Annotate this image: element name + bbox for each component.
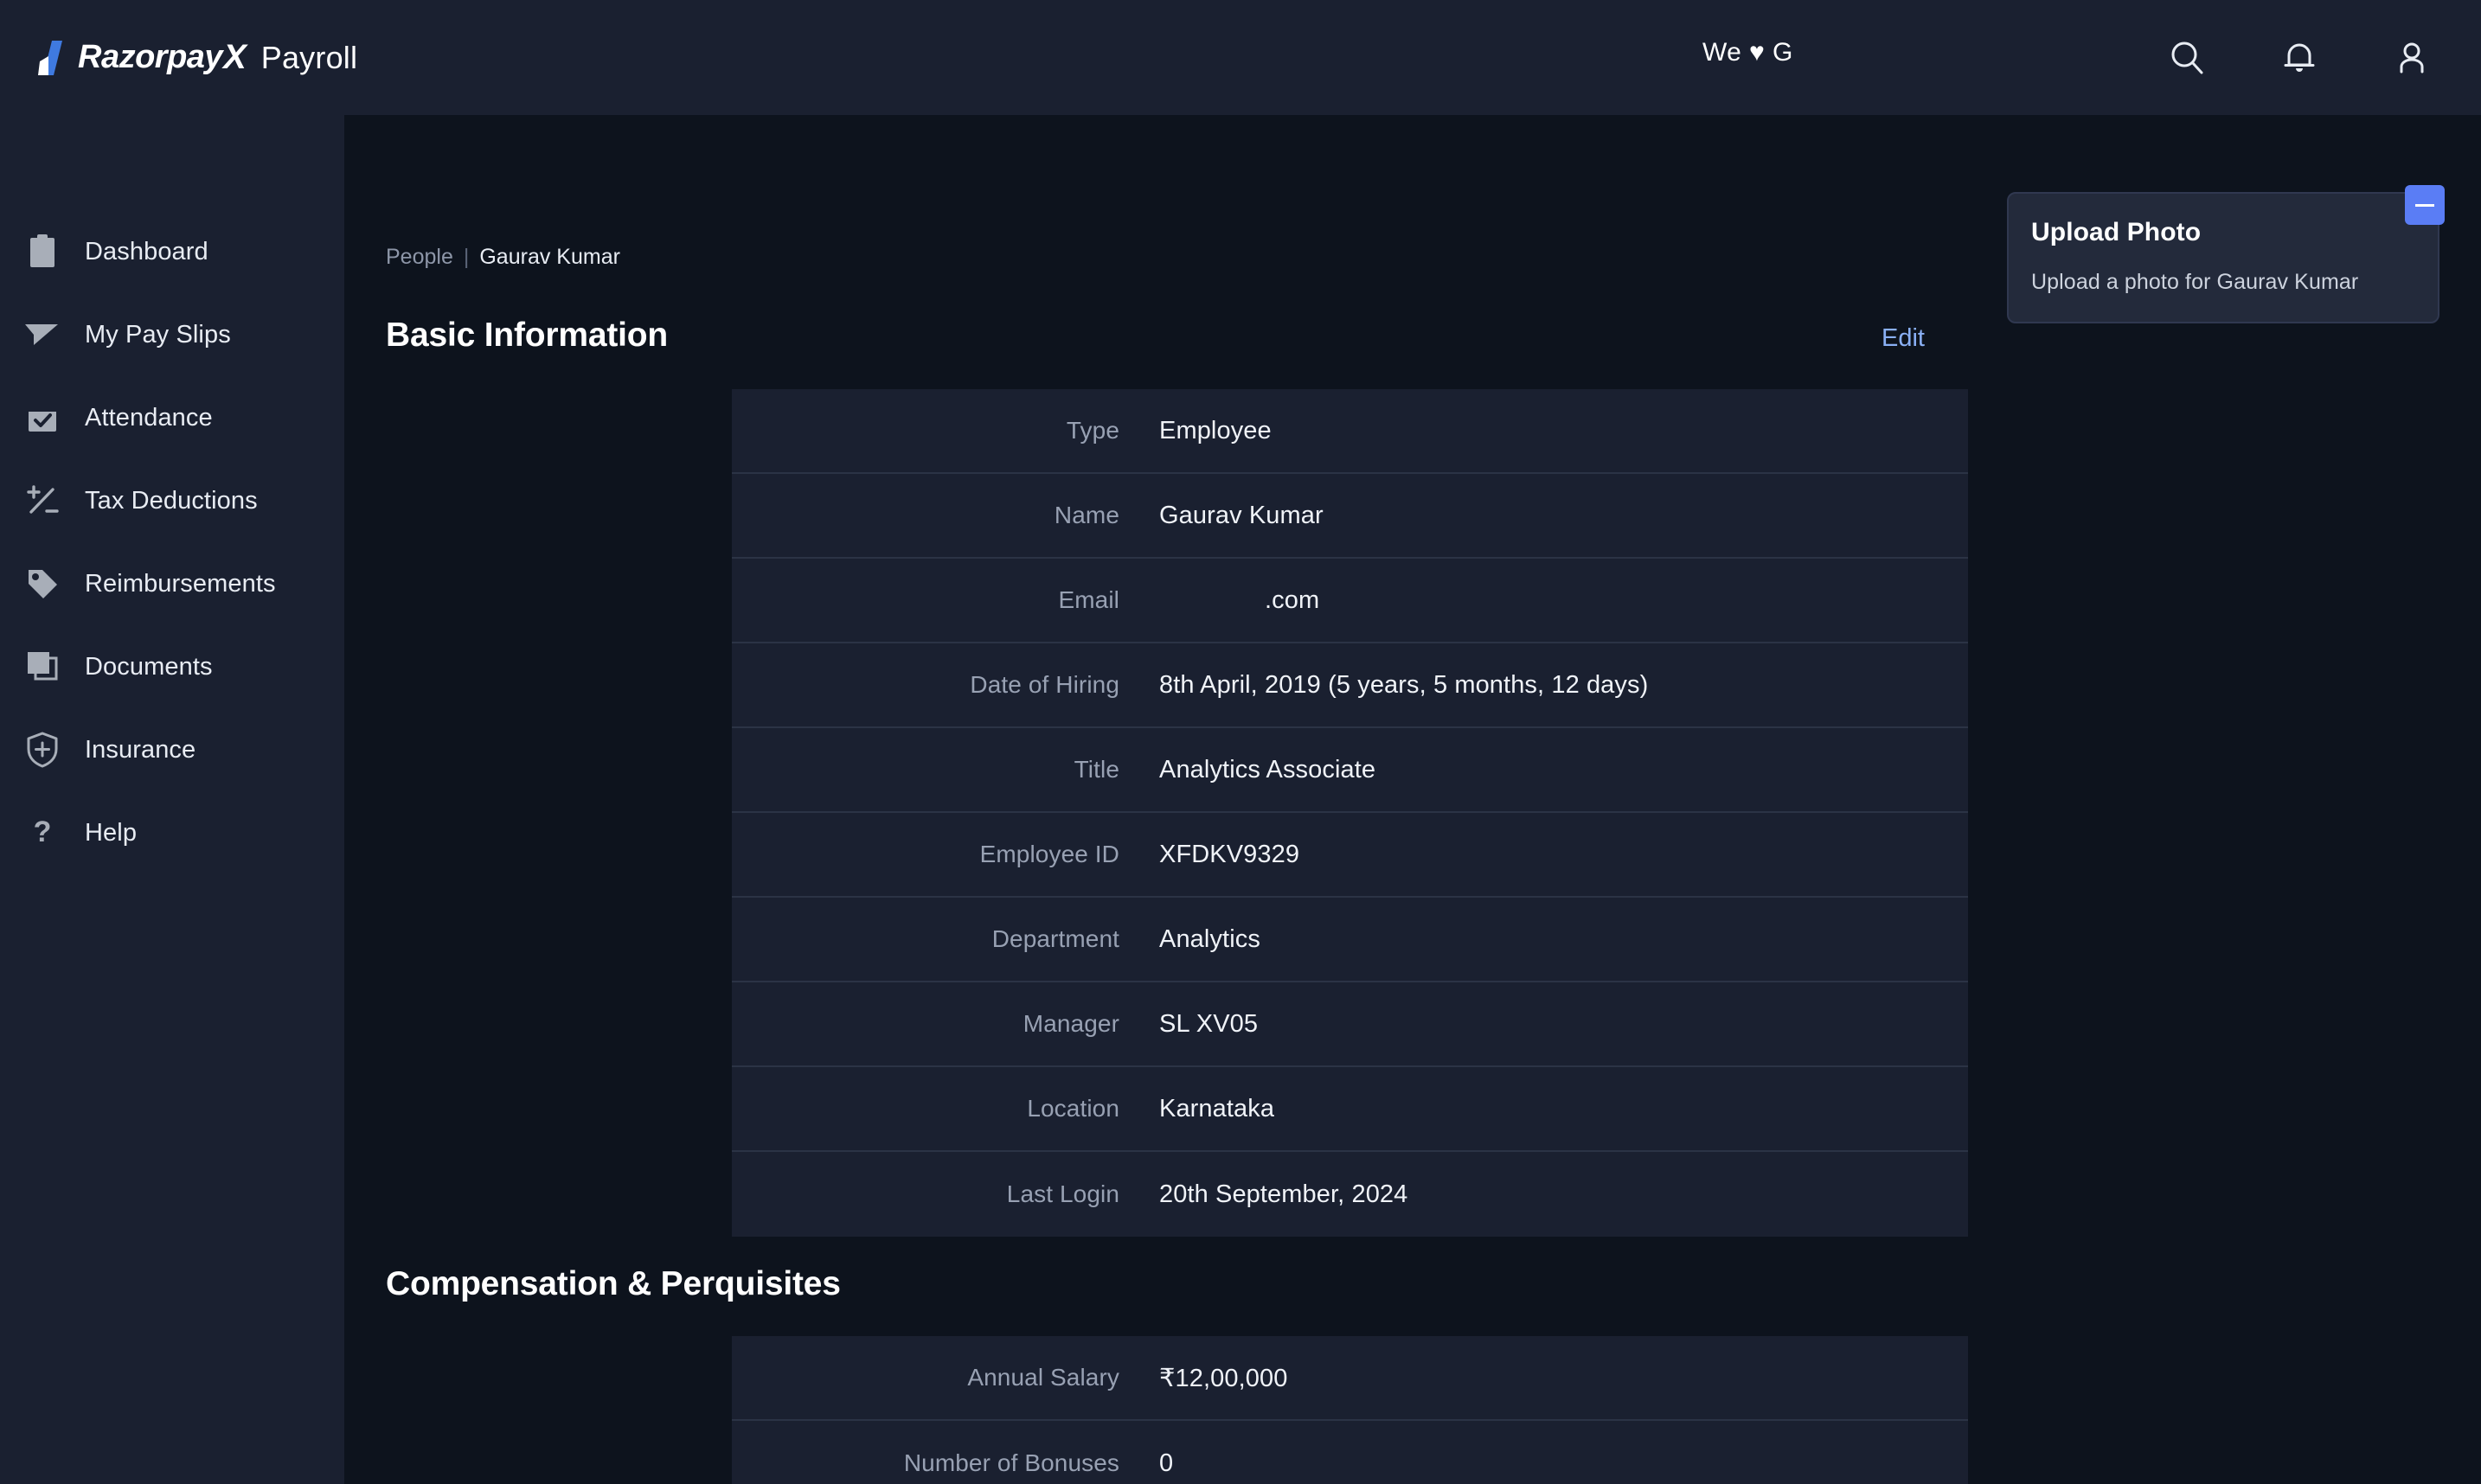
- row-label: Manager: [1023, 1010, 1119, 1037]
- top-app-bar: Razorpay X Payroll We ♥ G: [0, 0, 2481, 115]
- table-row: Date of Hiring 8th April, 2019 (5 years,…: [732, 643, 1968, 728]
- question-mark-icon: ?: [22, 813, 62, 853]
- upload-photo-card: Upload Photo Upload a photo for Gaurav K…: [2007, 185, 2445, 323]
- sidebar-item-label: Reimbursements: [85, 569, 276, 598]
- brand-product-name: Payroll: [260, 39, 358, 75]
- row-label: Number of Bonuses: [903, 1449, 1119, 1476]
- sidebar-item-reimbursements[interactable]: Reimbursements: [0, 542, 344, 625]
- table-row: Name Gaurav Kumar: [732, 474, 1968, 559]
- clipboard-icon: [22, 232, 62, 272]
- row-label: Email: [1058, 586, 1119, 613]
- table-row: Manager SL XV05: [732, 982, 1968, 1067]
- row-value: Employee: [1159, 416, 1272, 445]
- brand-x-mark: X: [223, 38, 247, 76]
- sidebar-item-label: Dashboard: [85, 237, 208, 265]
- sidebar-item-label: Documents: [85, 652, 213, 681]
- notifications-bell-icon[interactable]: [2277, 35, 2322, 80]
- table-row: Annual Salary ₹12,00,000: [732, 1336, 1968, 1421]
- breadcrumb-people-link[interactable]: People: [386, 245, 453, 270]
- row-value: Analytics: [1159, 924, 1260, 953]
- sidebar-item-label: Help: [85, 818, 138, 847]
- table-row: Employee ID XFDKV9329: [732, 813, 1968, 898]
- sidebar-item-attendance[interactable]: Attendance: [0, 376, 344, 459]
- basic-information-header: Basic Information Edit: [386, 317, 1926, 355]
- row-label: Location: [1027, 1095, 1119, 1122]
- brand-wordmark: Razorpay: [78, 39, 223, 75]
- row-label: Annual Salary: [967, 1364, 1119, 1391]
- calendar-check-icon: [22, 398, 62, 438]
- row-value: 0: [1159, 1449, 1174, 1477]
- compensation-header: Compensation & Perquisites: [386, 1265, 1926, 1303]
- svg-text:?: ?: [34, 816, 52, 848]
- upload-photo-subtitle: Upload a photo for Gaurav Kumar: [2031, 270, 2359, 294]
- row-label: Type: [1066, 417, 1119, 444]
- row-label: Department: [991, 925, 1119, 952]
- sidebar-nav: Dashboard My Pay Slips Attendance Tax De…: [0, 115, 344, 1484]
- sidebar-item-label: Insurance: [85, 735, 196, 764]
- row-value: 20th September, 2024: [1159, 1180, 1408, 1208]
- table-row: Type Employee: [732, 389, 1968, 474]
- table-row: Title Analytics Associate: [732, 728, 1968, 813]
- page-title: Basic Information: [386, 317, 668, 354]
- table-row: Last Login 20th September, 2024: [732, 1152, 1968, 1237]
- brand-logo[interactable]: Razorpay X Payroll: [36, 38, 357, 77]
- sidebar-item-insurance[interactable]: Insurance: [0, 708, 344, 791]
- row-value: XFDKV9329: [1159, 840, 1300, 868]
- sidebar-item-dashboard[interactable]: Dashboard: [0, 210, 344, 293]
- compensation-title: Compensation & Perquisites: [386, 1265, 841, 1302]
- minimize-icon[interactable]: [2405, 185, 2445, 225]
- row-label: Employee ID: [979, 841, 1119, 867]
- row-label: Last Login: [1006, 1180, 1119, 1207]
- table-row: Location Karnataka: [732, 1067, 1968, 1152]
- sidebar-item-tax-deductions[interactable]: Tax Deductions: [0, 459, 344, 542]
- table-row: Department Analytics: [732, 898, 1968, 982]
- row-value: 8th April, 2019 (5 years, 5 months, 12 d…: [1159, 670, 1649, 699]
- search-icon[interactable]: [2164, 35, 2209, 80]
- row-value: Analytics Associate: [1159, 755, 1376, 784]
- sidebar-item-my-pay-slips[interactable]: My Pay Slips: [0, 293, 344, 376]
- sidebar-item-label: My Pay Slips: [85, 320, 231, 349]
- main-content-panel: People | Gaurav Kumar Basic Information …: [344, 115, 1968, 1484]
- razorpay-chart-logo-icon: [36, 40, 74, 75]
- row-value: ₹12,00,000: [1159, 1364, 1288, 1392]
- sidebar-item-label: Tax Deductions: [85, 486, 258, 515]
- edit-basic-information-link[interactable]: Edit: [1882, 324, 1926, 353]
- shield-plus-icon: [22, 730, 62, 770]
- compensation-table: Annual Salary ₹12,00,000 Number of Bonus…: [732, 1336, 1968, 1484]
- breadcrumb: People | Gaurav Kumar: [386, 245, 620, 270]
- tagline-text: We ♥ G: [1702, 38, 1793, 67]
- upload-photo-title: Upload Photo: [2031, 218, 2202, 246]
- tag-icon: [22, 564, 62, 604]
- sidebar-item-help[interactable]: ? Help: [0, 791, 344, 874]
- table-row: Email .com: [732, 559, 1968, 643]
- sidebar-item-label: Attendance: [85, 403, 213, 432]
- breadcrumb-separator: |: [463, 245, 470, 269]
- row-value: .com: [1265, 585, 1320, 614]
- row-label: Title: [1074, 756, 1119, 783]
- basic-information-table: Type Employee Name Gaurav Kumar Email .c…: [732, 389, 1968, 1237]
- sidebar-item-documents[interactable]: Documents: [0, 625, 344, 708]
- paper-plane-icon: [22, 315, 62, 355]
- row-value: Gaurav Kumar: [1159, 501, 1324, 529]
- user-account-icon[interactable]: [2389, 35, 2434, 80]
- row-value: Karnataka: [1159, 1094, 1275, 1123]
- plus-minus-icon: [22, 481, 62, 521]
- breadcrumb-current: Gaurav Kumar: [479, 245, 620, 269]
- row-value: SL XV05: [1159, 1009, 1259, 1038]
- documents-icon: [22, 647, 62, 687]
- row-label: Name: [1054, 502, 1119, 528]
- table-row: Number of Bonuses 0 View Bonus: [732, 1421, 1968, 1484]
- topbar-actions: [2164, 0, 2434, 115]
- row-label: Date of Hiring: [970, 671, 1119, 698]
